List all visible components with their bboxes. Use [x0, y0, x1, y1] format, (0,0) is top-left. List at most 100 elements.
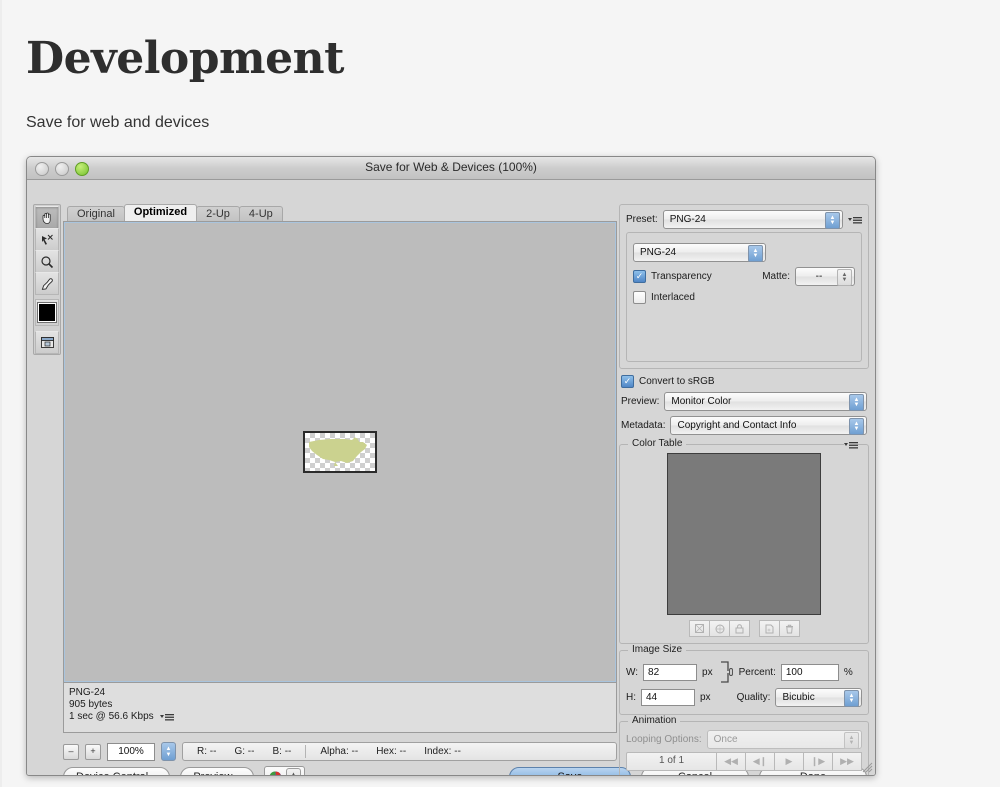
slice-select-tool-icon[interactable]	[35, 228, 59, 251]
quality-label: Quality:	[736, 692, 771, 703]
alpha-hex-index-readout: Alpha: -- Hex: -- Index: --	[306, 746, 475, 757]
tab-original[interactable]: Original	[67, 206, 125, 222]
page-subtitle: Save for web and devices	[26, 114, 210, 131]
image-width-row: W: 82 px Percent: 100 %	[626, 659, 862, 685]
interlaced-checkbox[interactable]: Interlaced	[633, 291, 695, 304]
looping-select[interactable]: Once ▲ ▼	[706, 730, 862, 749]
tab-optimized[interactable]: Optimized	[123, 204, 198, 221]
preset-value: PNG-24	[669, 213, 706, 225]
metadata-value: Copyright and Contact Info	[677, 419, 797, 431]
color-management-group: Convert to sRGB Preview: Monitor Color ▲…	[619, 375, 869, 435]
percent-unit: %	[843, 666, 853, 678]
readout-b: B: --	[272, 746, 292, 757]
tab-4up[interactable]: 4-Up	[238, 206, 283, 222]
readout-g: G: --	[234, 746, 255, 757]
save-button[interactable]: Save	[509, 766, 631, 775]
transparency-swatch-button[interactable]	[689, 620, 710, 637]
toolbox	[33, 204, 61, 355]
image-size-label: Image Size	[628, 644, 687, 655]
foreground-color-swatch[interactable]	[35, 299, 59, 326]
first-frame-button[interactable]: ◀◀	[716, 752, 746, 771]
transparency-check-icon	[633, 270, 646, 283]
previous-frame-button[interactable]: ◀❙	[745, 752, 775, 771]
preview-column: Original Optimized 2-Up 4-Up PNG-24 905 …	[63, 204, 617, 775]
status-popup-menu-icon[interactable]	[159, 712, 174, 722]
preset-select-arrows: ▲ ▼	[825, 212, 840, 229]
preset-row: Preset: PNG-24 ▲ ▼	[626, 210, 862, 229]
zoom-in-button[interactable]: +	[85, 743, 101, 760]
zoom-tool-icon[interactable]	[35, 250, 59, 273]
file-format-arrows: ▲ ▼	[748, 245, 763, 262]
next-frame-button[interactable]: ❙▶	[803, 752, 833, 771]
zoom-level-field[interactable]: 100%	[107, 742, 155, 761]
image-canvas[interactable]	[63, 221, 617, 683]
quality-value: Bicubic	[782, 691, 815, 703]
preview-button[interactable]: Preview...	[180, 766, 254, 775]
color-table-group: Color Table	[619, 438, 869, 644]
status-format: PNG-24	[69, 687, 106, 698]
delete-swatch-button[interactable]	[779, 620, 800, 637]
preview-select[interactable]: Monitor Color ▲ ▼	[664, 392, 867, 411]
metadata-arrows: ▲ ▼	[849, 418, 864, 435]
animation-group: Animation Looping Options: Once ▲ ▼ 1 of …	[619, 715, 869, 775]
view-tabs: Original Optimized 2-Up 4-Up	[63, 204, 617, 222]
save-for-web-dialog: Save for Web & Devices (100%) Original O…	[26, 156, 876, 776]
color-table-panel-menu-icon[interactable]	[844, 440, 858, 450]
width-label: W:	[626, 666, 639, 678]
height-field[interactable]: 44	[641, 689, 695, 706]
percent-label: Percent:	[738, 666, 776, 678]
quality-select[interactable]: Bicubic ▲ ▼	[775, 688, 862, 707]
status-download-time: 1 sec @ 56.6 Kbps	[69, 711, 154, 722]
matte-arrows: ▲ ▼	[837, 269, 852, 286]
preset-select[interactable]: PNG-24 ▲ ▼	[662, 210, 843, 229]
browser-popup-stepper[interactable]: ▲▼	[286, 768, 301, 775]
new-swatch-button[interactable]	[759, 620, 780, 637]
resize-grip-icon[interactable]	[861, 761, 873, 773]
play-button[interactable]: ▶	[774, 752, 804, 771]
tab-2up[interactable]: 2-Up	[196, 206, 240, 222]
preset-panel-menu-icon[interactable]	[848, 215, 862, 225]
file-format-value: PNG-24	[640, 246, 677, 258]
convert-srgb-label: Convert to sRGB	[639, 376, 715, 387]
preset-group: Preset: PNG-24 ▲ ▼ PNG-24 ▲ ▼ ✓ Transpar…	[619, 204, 869, 369]
transparency-checkbox[interactable]: Transparency	[633, 270, 712, 283]
chain-link-icon[interactable]	[719, 659, 733, 685]
interlaced-row: Interlaced	[633, 291, 855, 304]
transparency-label: Transparency	[651, 271, 712, 282]
zoom-and-readout-bar: – + 100% ▲ ▼ R: -- G: -- B: -- Alpha: -- …	[63, 742, 617, 761]
height-label: H:	[626, 692, 636, 703]
matte-select[interactable]: -- ▲ ▼	[795, 267, 855, 286]
readout-hex: Hex: --	[376, 746, 407, 757]
animation-label: Animation	[628, 715, 681, 726]
color-table-swatches[interactable]	[667, 453, 821, 615]
readout-r: R: --	[197, 746, 217, 757]
lock-swatch-button[interactable]	[729, 620, 750, 637]
last-frame-button[interactable]: ▶▶	[832, 752, 862, 771]
width-field[interactable]: 82	[643, 663, 698, 681]
hand-tool-icon[interactable]	[35, 206, 59, 229]
zoom-stepper[interactable]: ▲ ▼	[161, 742, 176, 761]
file-format-select[interactable]: PNG-24 ▲ ▼	[633, 243, 766, 262]
color-chip	[38, 303, 56, 322]
dialog-body: Original Optimized 2-Up 4-Up PNG-24 905 …	[27, 180, 875, 775]
usa-map-silhouette-icon	[309, 437, 367, 466]
web-shift-button[interactable]	[709, 620, 730, 637]
looping-arrows: ▲ ▼	[844, 732, 859, 749]
metadata-label: Metadata:	[621, 420, 666, 431]
zoom-out-button[interactable]: –	[63, 743, 79, 760]
looping-options-row: Looping Options: Once ▲ ▼	[626, 730, 862, 749]
optimized-image-preview	[303, 431, 377, 473]
device-central-button[interactable]: Device Central...	[63, 766, 171, 775]
preview-browser-popup[interactable]: ▲▼	[264, 766, 305, 775]
toggle-slices-visibility-icon[interactable]	[35, 331, 59, 354]
percent-field[interactable]: 100	[780, 663, 839, 681]
preview-value: Monitor Color	[671, 395, 732, 407]
window-titlebar[interactable]: Save for Web & Devices (100%)	[27, 157, 875, 180]
image-height-row: H: 44 px Quality: Bicubic ▲ ▼	[626, 688, 862, 707]
height-unit: px	[700, 692, 711, 703]
color-table-tools	[626, 620, 862, 637]
eyedropper-tool-icon[interactable]	[35, 272, 59, 295]
convert-srgb-checkbox[interactable]: Convert to sRGB	[621, 375, 715, 388]
metadata-select[interactable]: Copyright and Contact Info ▲ ▼	[670, 416, 867, 435]
format-settings-box: PNG-24 ▲▼ Transparency Matte:	[626, 232, 862, 362]
